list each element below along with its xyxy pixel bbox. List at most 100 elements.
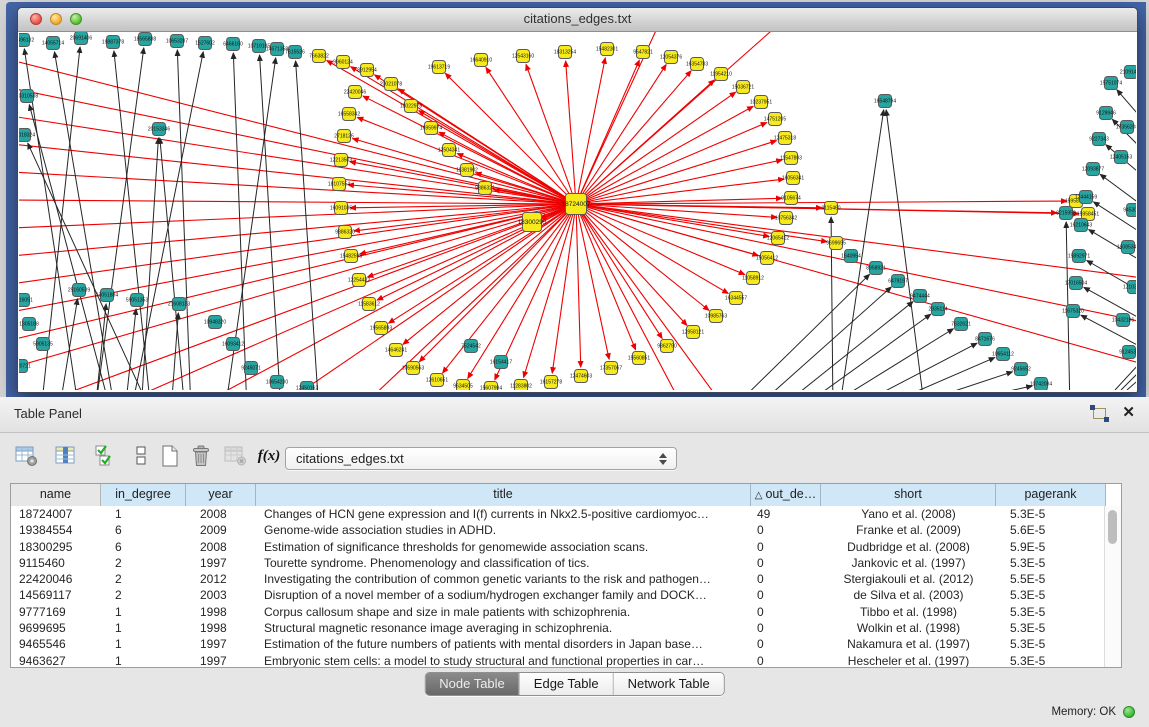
cell-outde[interactable]: 0	[751, 653, 821, 668]
close-traffic-light-icon[interactable]	[30, 13, 42, 25]
graph-edge-black[interactable]	[886, 110, 925, 390]
graph-edge-red[interactable]	[576, 204, 728, 293]
table-selector-dropdown[interactable]: citations_edges.txt	[285, 447, 677, 470]
memory-status-label[interactable]: Memory: OK	[1051, 706, 1116, 718]
float-panel-icon[interactable]	[1093, 408, 1106, 419]
graph-edge-red[interactable]	[327, 60, 576, 204]
graph-edge-red[interactable]	[576, 179, 784, 204]
cell-indegree[interactable]: 1	[101, 653, 186, 668]
cell-name[interactable]: 9465546	[11, 636, 101, 652]
cell-short[interactable]: Hescheler et al. (1997)	[821, 653, 996, 668]
close-panel-icon[interactable]: ✕	[1122, 406, 1135, 420]
cell-name[interactable]: 18724007	[11, 506, 101, 522]
delete-columns-icon[interactable]	[189, 443, 215, 469]
cell-name[interactable]: 14569117	[11, 587, 101, 603]
cell-title[interactable]: Changes of HCN gene expression and I(f) …	[256, 506, 751, 522]
cell-title[interactable]: Corpus callosum shape and size in male p…	[256, 604, 751, 620]
cell-name[interactable]: 18300295	[11, 539, 101, 555]
table-options-icon[interactable]	[14, 443, 40, 469]
cell-indegree[interactable]: 1	[101, 636, 186, 652]
cell-year[interactable]: 1998	[186, 620, 256, 636]
network-canvas[interactable]: 1872400718300295204961321405571420691406…	[19, 32, 1136, 390]
cell-outde[interactable]: 49	[751, 506, 821, 522]
cell-year[interactable]: 2009	[186, 522, 256, 538]
cell-outde[interactable]: 0	[751, 522, 821, 538]
graph-edge-red[interactable]	[19, 204, 576, 368]
show-columns-icon[interactable]	[53, 443, 79, 469]
cell-outde[interactable]: 0	[751, 587, 821, 603]
cell-title[interactable]: Genome-wide association studies in ADHD.	[256, 522, 751, 538]
cell-short[interactable]: Tibbo et al. (1998)	[821, 604, 996, 620]
cell-title[interactable]: Tourette syndrome. Phenomenology and cla…	[256, 555, 751, 571]
cell-pagerank[interactable]: 5.9E-5	[996, 539, 1106, 555]
graph-edge-red[interactable]	[576, 204, 1136, 322]
cell-short[interactable]: Dudbridge et al. (2008)	[821, 539, 996, 555]
memory-status-indicator[interactable]	[1123, 706, 1135, 718]
column-header-year[interactable]: year	[186, 484, 256, 506]
row-height-icon[interactable]	[128, 443, 154, 469]
graph-edge-red[interactable]	[576, 141, 776, 204]
cell-year[interactable]: 1997	[186, 555, 256, 571]
cell-short[interactable]: Nakamura et al. (1997)	[821, 636, 996, 652]
cell-title[interactable]: Estimation of significance thresholds fo…	[256, 539, 751, 555]
cell-pagerank[interactable]: 5.3E-5	[996, 620, 1106, 636]
graph-edge-red[interactable]	[209, 204, 576, 390]
column-header-name[interactable]: name	[11, 484, 101, 506]
graph-edge-red[interactable]	[576, 123, 767, 204]
cell-name[interactable]: 9777169	[11, 604, 101, 620]
graph-edge-red[interactable]	[576, 106, 753, 204]
graph-edge-red[interactable]	[576, 204, 687, 325]
cell-indegree[interactable]: 6	[101, 522, 186, 538]
graph-edge-red[interactable]	[576, 204, 581, 367]
column-header-pagerank[interactable]: pagerank	[996, 484, 1106, 506]
function-builder-icon[interactable]: f(x)	[256, 443, 282, 469]
cell-indegree[interactable]: 1	[101, 506, 186, 522]
cell-year[interactable]: 2008	[186, 539, 256, 555]
table-row[interactable]: 2242004622012Investigating the contribut…	[11, 571, 1121, 587]
graph-edge-black[interactable]	[1117, 90, 1136, 120]
zoom-traffic-light-icon[interactable]	[70, 13, 82, 25]
cell-pagerank[interactable]: 5.3E-5	[996, 555, 1106, 571]
cell-name[interactable]: 9699695	[11, 620, 101, 636]
tab-network-table[interactable]: Network Table	[613, 673, 724, 695]
table-row[interactable]: 1872400712008Changes of HCN gene express…	[11, 506, 1121, 522]
graph-edge-black[interactable]	[869, 358, 995, 390]
table-row[interactable]: 1938455462009Genome-wide association stu…	[11, 522, 1121, 538]
cell-name[interactable]: 9463627	[11, 653, 101, 668]
cell-year[interactable]: 1997	[186, 636, 256, 652]
table-row[interactable]: 969969511998Structural magnetic resonanc…	[11, 620, 1121, 636]
cell-short[interactable]: Stergiakouli et al. (2012)	[821, 571, 996, 587]
graph-edge-red[interactable]	[576, 204, 636, 350]
cell-pagerank[interactable]: 5.3E-5	[996, 636, 1106, 652]
cell-indegree[interactable]: 2	[101, 571, 186, 587]
cell-indegree[interactable]: 1	[101, 604, 186, 620]
graph-edge-black[interactable]	[845, 343, 977, 390]
table-row[interactable]: 977716911998Corpus callosum shape and si…	[11, 604, 1121, 620]
graph-edge-black[interactable]	[729, 274, 870, 390]
cell-name[interactable]: 19384554	[11, 522, 101, 538]
graph-edge-black[interactable]	[1100, 174, 1136, 206]
cell-pagerank[interactable]: 5.5E-5	[996, 571, 1106, 587]
column-header-short[interactable]: short	[821, 484, 996, 506]
cell-short[interactable]: Franke et al. (2009)	[821, 522, 996, 538]
cell-pagerank[interactable]: 5.6E-5	[996, 522, 1106, 538]
table-row[interactable]: 911546021997Tourette syndrome. Phenomeno…	[11, 555, 1121, 571]
delete-table-icon[interactable]	[223, 443, 249, 469]
cell-name[interactable]: 9115460	[11, 555, 101, 571]
column-header-outde[interactable]: △out_de…	[751, 484, 821, 506]
cell-outde[interactable]: 0	[751, 539, 821, 555]
cell-outde[interactable]: 0	[751, 620, 821, 636]
graph-edge-black[interactable]	[913, 386, 1032, 390]
cell-year[interactable]: 1998	[186, 604, 256, 620]
graph-edge-red[interactable]	[576, 204, 1136, 278]
cell-title[interactable]: Estimation of the future numbers of pati…	[256, 636, 751, 652]
graph-edge-red[interactable]	[486, 68, 576, 204]
cell-year[interactable]: 2012	[186, 571, 256, 587]
graph-edge-red[interactable]	[19, 200, 576, 204]
cell-outde[interactable]: 0	[751, 636, 821, 652]
cell-short[interactable]: Wolkin et al. (1998)	[821, 620, 996, 636]
graph-edge-black[interactable]	[260, 55, 281, 390]
graph-edge-red[interactable]	[576, 71, 691, 204]
column-header-title[interactable]: title	[256, 484, 751, 506]
cell-title[interactable]: Embryonic stem cells: a model to study s…	[256, 653, 751, 668]
